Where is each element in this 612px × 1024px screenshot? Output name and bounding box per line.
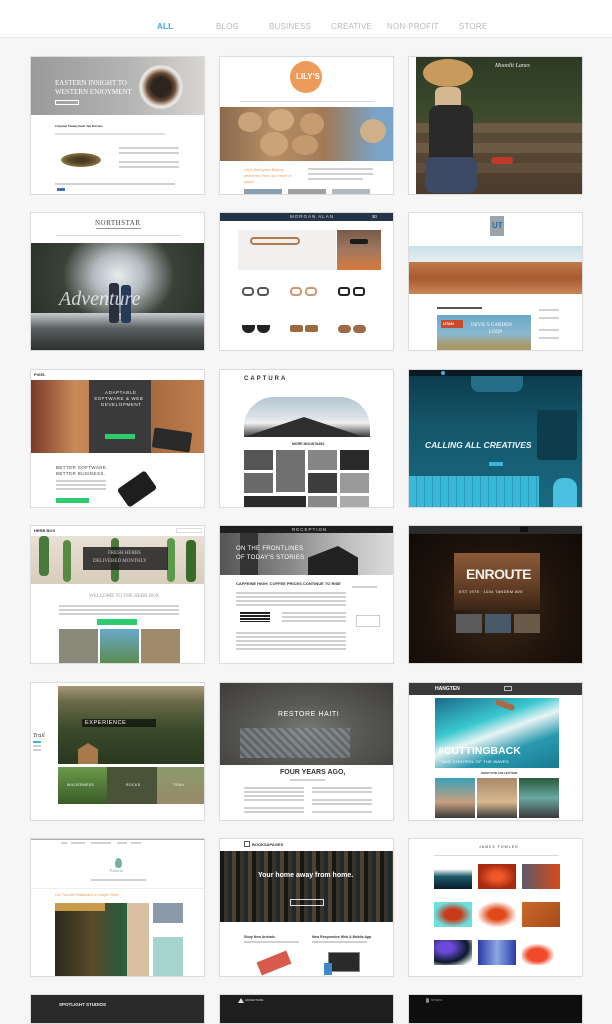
tab-non-profit[interactable]: NON-PROFIT	[387, 22, 439, 31]
template-card-creatives[interactable]: CALLING ALL CREATIVES	[408, 369, 583, 508]
template-card-northstar[interactable]: NORTHSTAR Adventure	[30, 212, 205, 351]
hero-button	[55, 100, 79, 105]
welcome-heading: WELCOME TO THE HERB BOX	[89, 594, 160, 599]
post-title: Organic Honeybush Tea Review	[55, 124, 103, 128]
template-card-hat-girl[interactable]: Moonlit Lanes	[408, 56, 583, 195]
template-card-books-pages[interactable]: BOOKS&PAGES Your home away from home. Sh…	[219, 838, 394, 977]
template-card-palacio[interactable]: Palacio Our Favorite Restaurant on Haigh…	[30, 838, 205, 977]
template-card-james-fowler[interactable]: JAMES FOWLER	[408, 838, 583, 977]
site-logo: MORGAN ALAN	[290, 214, 335, 219]
palacio-logo-icon	[115, 858, 122, 868]
hero-headline: EXPERIENCE	[85, 720, 127, 726]
canyon-image	[409, 262, 582, 294]
books-logo-icon	[244, 841, 250, 847]
site-logo: Trail	[33, 733, 45, 739]
site-logo: NORTHSTAR	[95, 219, 141, 227]
template-card-reception[interactable]: RECEPTION ON THE FRONTLINES OF TODAY'S S…	[219, 525, 394, 664]
section-headline: FOUR YEARS AGO,	[280, 769, 346, 776]
template-card-morgan-alan[interactable]: MORGAN ALAN $0	[219, 212, 394, 351]
hero-headline: RESTORE HAITI	[278, 711, 340, 718]
hero-headline: CALLING ALL CREATIVES	[425, 440, 532, 450]
filter-tabs: ALL BLOG BUSINESS CREATIVE NON-PROFIT ST…	[0, 22, 612, 34]
site-logo: ENROUTE	[466, 566, 531, 582]
template-card-lilys[interactable]: LILY'S Lily's Backyard Bakery delivered …	[219, 56, 394, 195]
book-image	[256, 950, 292, 976]
site-logo: SPOTLIGHT STUDIOS	[59, 1002, 107, 1007]
site-logo: PIXEL	[34, 372, 46, 377]
straw-hat	[423, 59, 473, 87]
surf-image	[435, 698, 559, 768]
tab-all[interactable]: ALL	[157, 22, 173, 31]
template-card-restore-haiti[interactable]: RESTORE HAITI FOUR YEARS AGO,	[219, 682, 394, 821]
site-logo: CAPTURA	[244, 376, 288, 382]
hero-headline: EASTERN INSIGHT TO	[55, 79, 127, 87]
site-logo: ADVENTURE	[245, 998, 264, 1002]
hero-headline: ON THE FRONTLINES	[236, 546, 304, 552]
template-card-captura[interactable]: CAPTURA MORE MOUNTAINS	[219, 369, 394, 508]
tab-store[interactable]: STORE	[459, 22, 487, 31]
hero-headline-2: WESTERN ENJOYMENT	[55, 88, 132, 96]
site-logo: HERB BOX	[34, 528, 56, 533]
article-title: CAFFEINE HIGH: COFFEE PRICES CONTINUE TO…	[236, 581, 341, 586]
template-card-enroute[interactable]: ENROUTE EST 1975 · 1034 TANDEM AVE	[408, 525, 583, 664]
template-card-spotlight[interactable]: SPOTLIGHT STUDIOS	[30, 994, 205, 1024]
template-card-hangten[interactable]: HANGTEN #CUTTINGBACK TAKE CONTROL OF THE…	[408, 682, 583, 821]
monitor-image	[328, 952, 360, 972]
template-card-adventure[interactable]: ADVENTURE	[219, 994, 394, 1024]
filter-bar: ALL BLOG BUSINESS CREATIVE NON-PROFIT ST…	[0, 0, 612, 38]
template-card-dark-portfolio[interactable]: STUDIO	[408, 994, 583, 1024]
hero-headline: Your home away from home.	[258, 872, 354, 879]
template-card-experience[interactable]: Trail EXPERIENCE WILDERNESS ROCKS TRAIL	[30, 682, 205, 821]
template-card-tea[interactable]: EASTERN INSIGHT TO WESTERN ENJOYMENT Org…	[30, 56, 205, 195]
site-logo: HANGTEN	[435, 686, 460, 692]
site-logo: Palacio	[110, 868, 124, 873]
site-logo: RECEPTION	[292, 527, 328, 532]
site-logo: JAMES FOWLER	[479, 845, 519, 849]
logo-icon	[426, 998, 429, 1003]
tab-blog[interactable]: BLOG	[216, 22, 239, 31]
hero-headline-2: OF TODAY'S STORIES	[236, 555, 305, 561]
mountain-logo-icon	[238, 998, 244, 1003]
tab-creative[interactable]: CREATIVE	[331, 22, 372, 31]
template-card-herb-box[interactable]: HERB BOX FRESH HERBS DELIVERED MONTHLY W…	[30, 525, 205, 664]
template-card-ut[interactable]: UT UTAH DEVIL'S GARDEN LOOP	[408, 212, 583, 351]
section-title: MORE MOUNTAINS	[292, 442, 325, 446]
template-grid: EASTERN INSIGHT TO WESTERN ENJOYMENT Org…	[0, 38, 612, 1024]
learn-more-button	[491, 157, 513, 164]
section-title: SHOP OUR COLLECTION	[481, 771, 518, 775]
tea-strainer-image	[139, 65, 183, 109]
keyboard-image	[409, 476, 539, 507]
hero-script-text: Adventure	[59, 288, 141, 310]
banner-image	[238, 230, 336, 270]
script-logo: Moonlit Lanes	[495, 63, 530, 69]
tea-leaves-image	[61, 153, 101, 167]
hero-headline: #CUTTINGBACK	[438, 745, 521, 757]
cta-button	[97, 619, 137, 625]
site-logo: BOOKS&PAGES	[252, 842, 284, 847]
template-card-pixel[interactable]: PIXEL ADAPTABLE SOFTWARE & WEB DEVELOPME…	[30, 369, 205, 508]
phone-image	[116, 470, 158, 507]
tab-business[interactable]: BUSINESS	[269, 22, 311, 31]
site-logo: STUDIO	[431, 998, 443, 1002]
post-title: Our Favorite Restaurant on Haight Street	[55, 893, 119, 897]
cta-button	[105, 434, 135, 439]
